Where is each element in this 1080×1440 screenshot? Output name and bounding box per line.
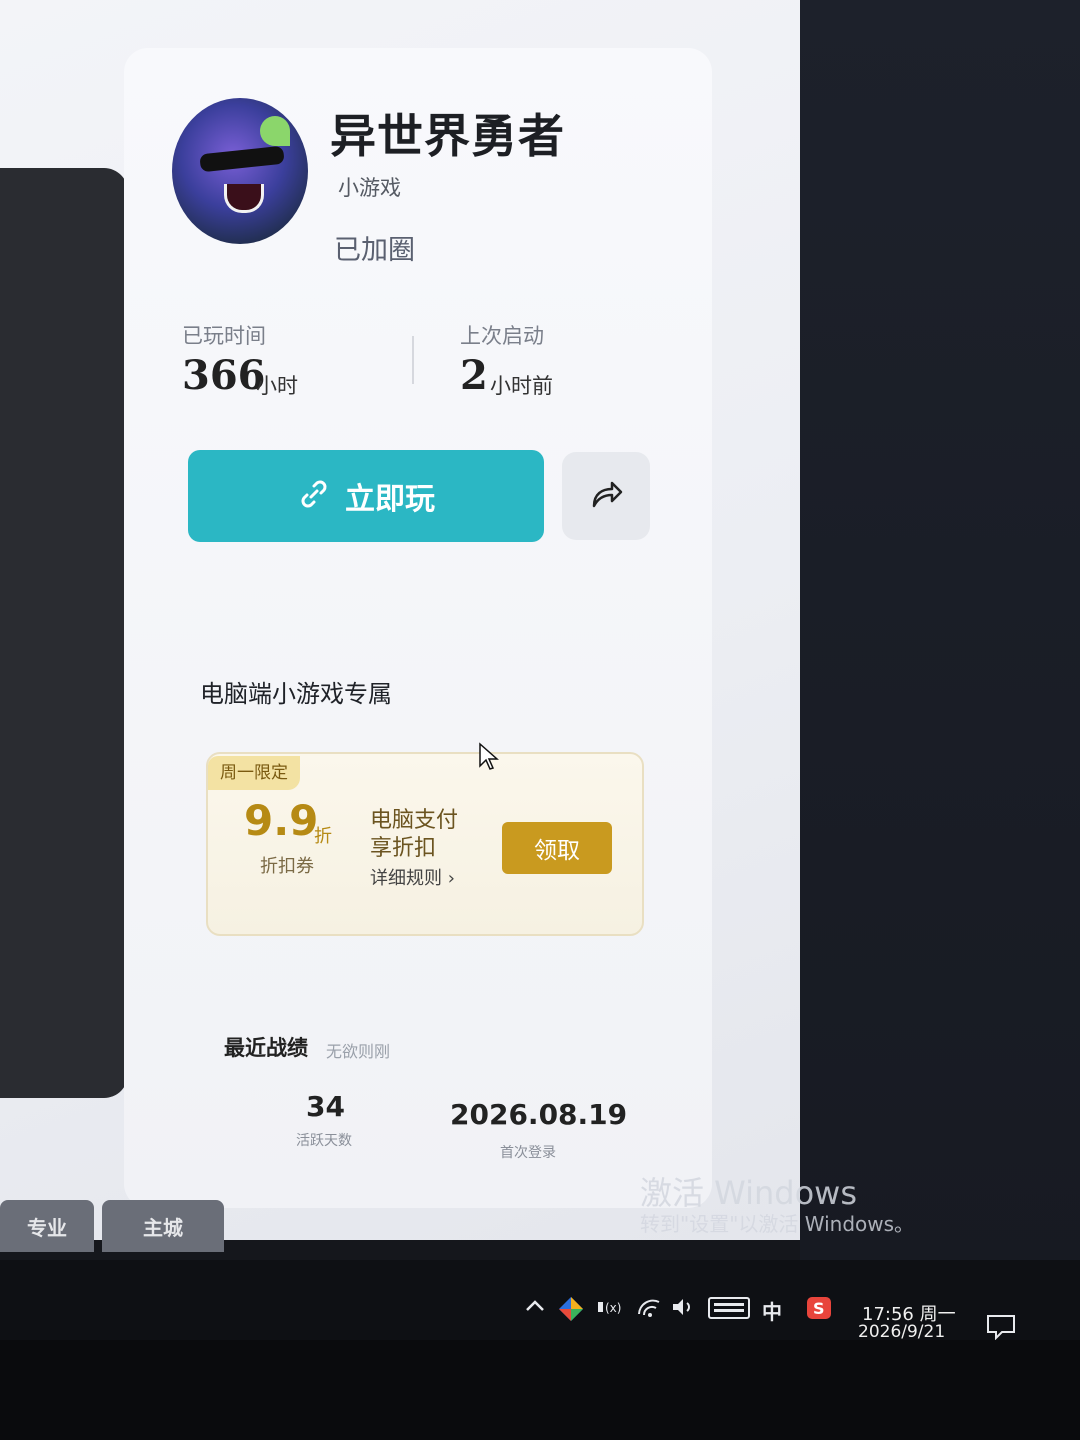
mouse-cursor-icon <box>478 742 500 776</box>
coupon-discount-value: 9.9 <box>244 796 319 845</box>
volume-icon[interactable] <box>670 1296 696 1323</box>
game-title: 异世界勇者 <box>330 109 565 163</box>
svg-text:S: S <box>813 1299 825 1318</box>
stats-divider <box>412 336 414 384</box>
tab-pro[interactable]: 专业 <box>0 1200 94 1252</box>
play-now-label: 立即玩 <box>345 482 435 517</box>
share-icon <box>586 474 626 518</box>
ime-indicator[interactable]: 中 <box>762 1296 782 1325</box>
played-time-label: 已玩时间 <box>182 324 266 348</box>
game-avatar <box>172 98 308 244</box>
tray-chevron-up-icon[interactable] <box>524 1296 546 1321</box>
joined-status[interactable]: 已加圈 <box>334 228 415 267</box>
desktop-background <box>800 0 1080 1300</box>
link-icon <box>297 477 331 515</box>
coupon-rules-link[interactable]: 详细规则 › <box>370 864 455 890</box>
first-login-value: 2026.08.19 <box>450 1098 628 1131</box>
game-tag: 小游戏 <box>338 176 401 200</box>
play-now-button[interactable]: 立即玩 <box>188 450 544 542</box>
first-login-label: 首次登录 <box>500 1145 556 1161</box>
coupon-type: 折扣券 <box>260 856 314 877</box>
avatar-blindfold <box>199 145 285 173</box>
tab-main-city[interactable]: 主城 <box>102 1200 224 1252</box>
promo-section-title: 电脑端小游戏专属 <box>200 680 392 708</box>
active-days-value: 34 <box>306 1090 345 1123</box>
recent-record-subtitle: 无欲则刚 <box>326 1042 391 1061</box>
taskbar-date[interactable]: 2026/9/21 <box>858 1322 945 1342</box>
keyboard-icon[interactable] <box>708 1296 750 1325</box>
last-launch-value: 2 <box>460 352 488 399</box>
played-time-unit: 小时 <box>256 374 298 398</box>
coupon-discount-unit: 折 <box>314 826 332 847</box>
app-tray-icon[interactable] <box>558 1296 584 1327</box>
coupon-badge: 周一限定 <box>208 756 300 790</box>
svg-text:(x): (x) <box>605 1301 621 1315</box>
monitor-bezel <box>0 1340 1080 1440</box>
sogou-ime-icon[interactable]: S <box>806 1296 832 1325</box>
active-days-label: 活跃天数 <box>296 1133 352 1149</box>
last-launch-unit: 小时前 <box>490 374 553 398</box>
activation-watermark-hint: 转到"设置"以激活 Windows。 <box>640 1212 915 1236</box>
claim-button[interactable]: 领取 <box>502 822 612 874</box>
recent-record-title: 最近战绩 <box>224 1036 308 1060</box>
share-button[interactable] <box>562 452 650 540</box>
played-time-value: 366 <box>182 352 266 399</box>
left-panel <box>0 168 128 1098</box>
avatar-horn <box>260 116 290 146</box>
last-launch-label: 上次启动 <box>460 324 544 348</box>
coupon-desc-line2: 享折扣 <box>370 836 437 861</box>
wifi-icon[interactable] <box>636 1296 662 1323</box>
tray-network-disconnected-icon[interactable]: (x) <box>596 1296 626 1322</box>
avatar-mouth <box>224 184 264 213</box>
